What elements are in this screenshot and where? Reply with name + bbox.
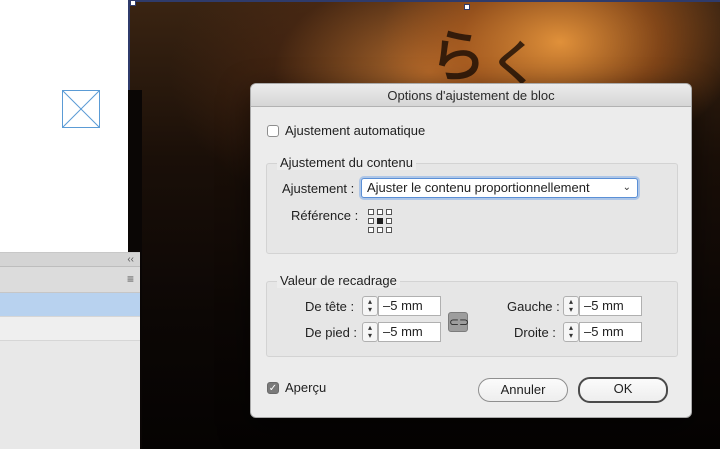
hamburger-menu-icon[interactable]: ≡ <box>127 272 134 286</box>
ref-point-top-right[interactable] <box>386 209 392 215</box>
layers-panel: ‹‹ ≡ <box>0 252 140 449</box>
frame-handle-top-center[interactable] <box>464 4 470 10</box>
reference-point-selector[interactable] <box>368 209 392 233</box>
empty-frame-cross <box>62 90 100 128</box>
preview-label: Aperçu <box>285 380 327 395</box>
ref-point-bottom-left[interactable] <box>368 227 374 233</box>
crop-right-input[interactable]: –5 mm <box>579 322 642 342</box>
ref-point-middle-right[interactable] <box>386 218 392 224</box>
chain-link-icon[interactable]: ⊂⊃ <box>448 312 469 332</box>
frame-fitting-options-dialog: Options d'ajustement de bloc Ajustement … <box>250 83 692 418</box>
ok-button[interactable]: OK <box>578 377 668 403</box>
frame-handle-top-left[interactable] <box>130 0 136 6</box>
chevron-down-icon: ⌄ <box>622 182 631 193</box>
auto-fit-label: Ajustement automatique <box>285 123 426 138</box>
list-item[interactable] <box>0 293 140 317</box>
fitting-select[interactable]: Ajuster le contenu proportionnellement ⌄ <box>361 178 638 198</box>
preview-checkbox[interactable]: ✓ <box>267 382 279 394</box>
crop-top-label: De tête : <box>305 299 355 314</box>
crop-left-input[interactable]: –5 mm <box>579 296 642 316</box>
dialog-title: Options d'ajustement de bloc <box>251 84 691 107</box>
fitting-label: Ajustement : <box>282 181 355 196</box>
panel-header: ≡ <box>0 267 140 293</box>
fitting-select-value: Ajuster le contenu proportionnellement <box>367 180 590 195</box>
crop-left-label: Gauche : <box>507 299 560 314</box>
double-chevron-left-icon[interactable]: ‹‹ <box>127 253 134 267</box>
panel-titlebar[interactable]: ‹‹ <box>0 253 140 267</box>
crop-top-stepper[interactable]: ▴ ▾ <box>362 296 378 316</box>
crop-bottom-label: De pied : <box>305 325 358 340</box>
ref-point-bottom-center[interactable] <box>377 227 383 233</box>
empty-frame-icon[interactable] <box>62 90 100 128</box>
ref-point-center[interactable] <box>377 218 383 224</box>
ref-point-bottom-right[interactable] <box>386 227 392 233</box>
list-item[interactable] <box>0 317 140 341</box>
crop-right-stepper[interactable]: ▴ ▾ <box>563 322 579 342</box>
crop-amount-group-title: Valeur de recadrage <box>277 273 400 288</box>
cancel-button[interactable]: Annuler <box>478 378 568 402</box>
crop-bottom-input[interactable]: –5 mm <box>378 322 441 342</box>
photo-calligraphy: ら <box>430 24 486 90</box>
crop-amount-group <box>266 281 678 357</box>
crop-left-stepper[interactable]: ▴ ▾ <box>563 296 579 316</box>
crop-right-label: Droite : <box>514 325 556 340</box>
ref-point-middle-left[interactable] <box>368 218 374 224</box>
content-fitting-group-title: Ajustement du contenu <box>277 155 416 170</box>
auto-fit-checkbox[interactable] <box>267 125 279 137</box>
crop-bottom-stepper[interactable]: ▴ ▾ <box>362 322 378 342</box>
crop-top-input[interactable]: –5 mm <box>378 296 441 316</box>
ref-point-top-left[interactable] <box>368 209 374 215</box>
reference-label: Référence : <box>291 208 359 223</box>
ref-point-top-center[interactable] <box>377 209 383 215</box>
